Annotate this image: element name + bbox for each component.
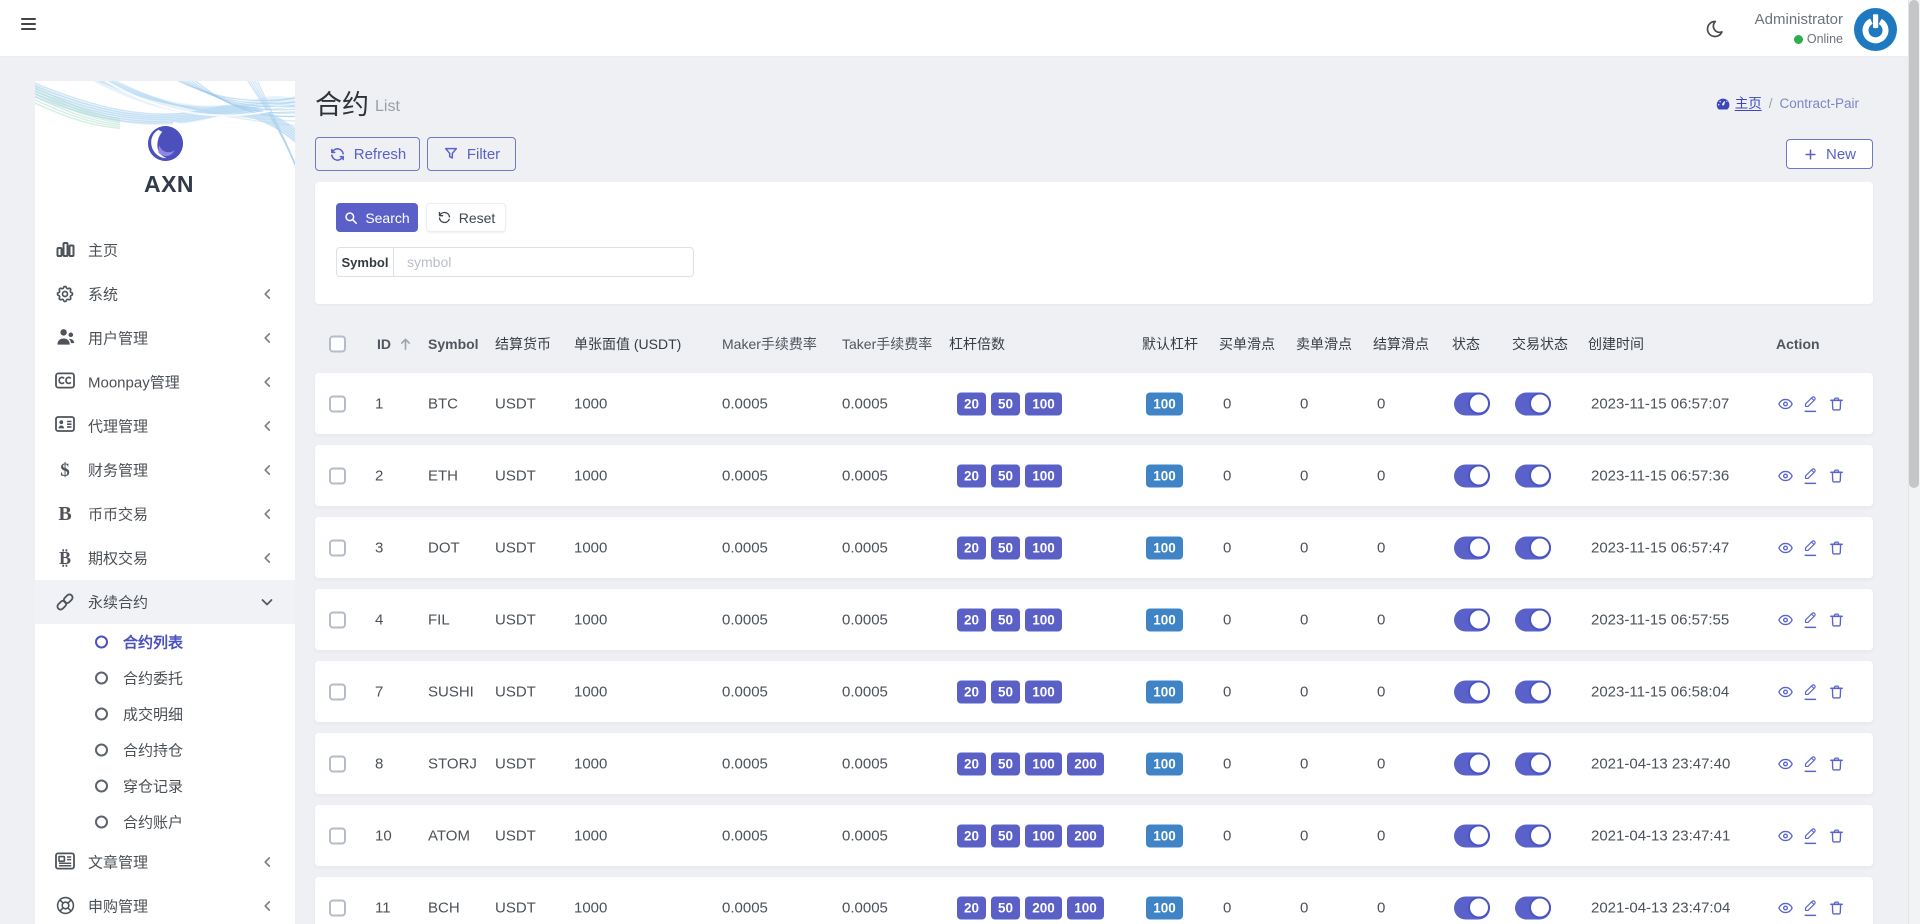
svg-text:$: $ <box>60 460 70 480</box>
svg-text:B: B <box>58 504 71 524</box>
svg-text:B: B <box>59 548 71 568</box>
